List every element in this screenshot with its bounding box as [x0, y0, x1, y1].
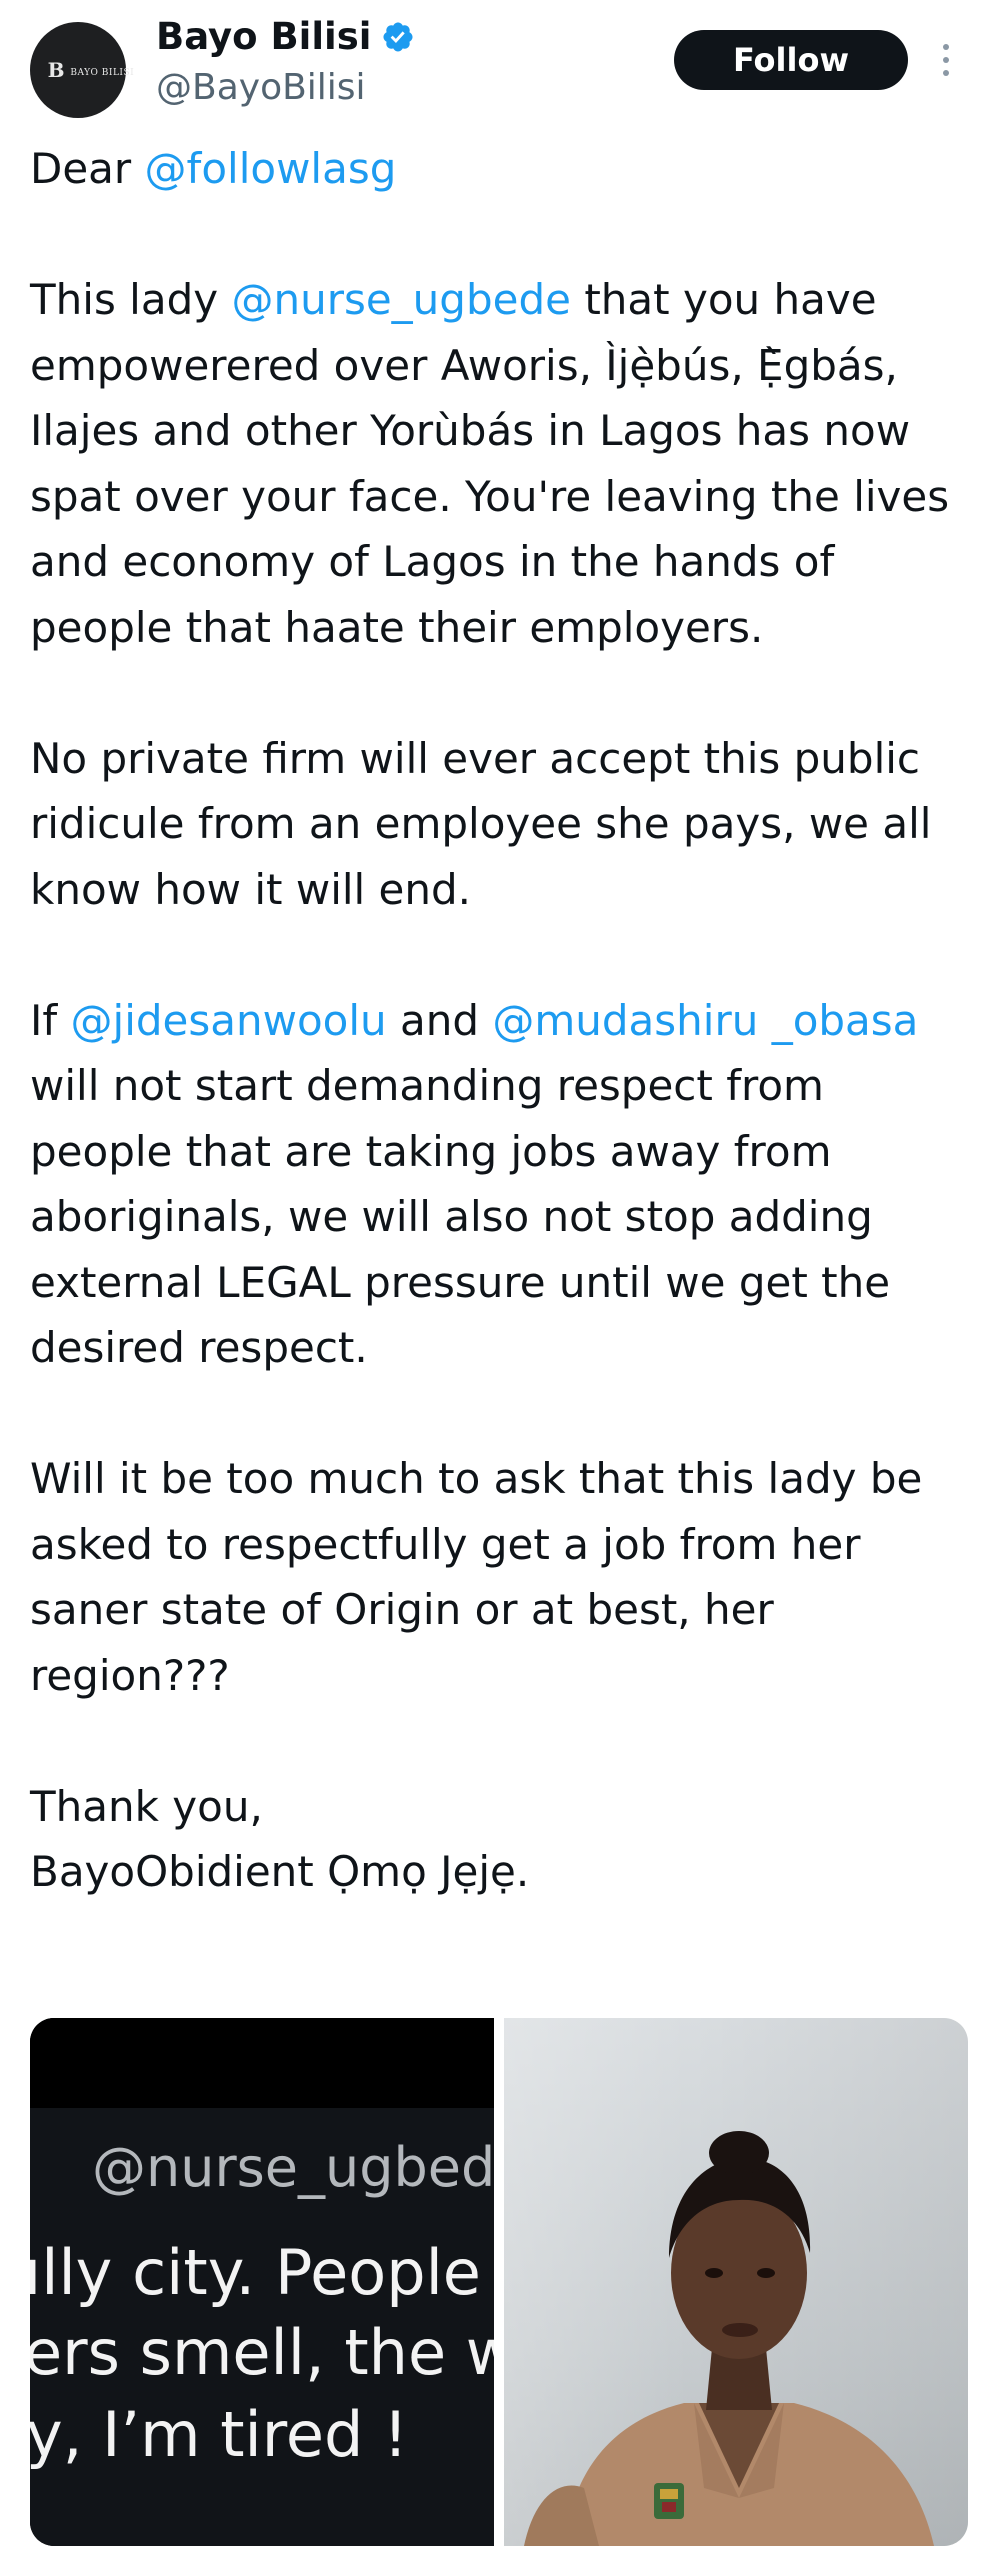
- mention-link[interactable]: @followlasg: [145, 144, 397, 193]
- mention-link[interactable]: @nurse_ugbede: [231, 275, 571, 324]
- screenshot-text-line: ılly city. People sı: [30, 2236, 494, 2309]
- author-display-name[interactable]: Bayo Bilisi: [156, 12, 371, 62]
- text-span: will not start demanding respect from pe…: [30, 1061, 891, 1372]
- author-handle[interactable]: @BayoBilisi: [156, 64, 366, 112]
- more-vertical-icon[interactable]: [930, 36, 962, 84]
- screenshot-text-line: y, I’m tired !: [30, 2398, 408, 2471]
- tweet-paragraph-6a: Thank you,: [30, 1781, 263, 1831]
- tweet-paragraph-6b: BayoObidient Ọmọ Jẹjẹ.: [30, 1847, 530, 1896]
- person-photo-icon: [524, 2131, 934, 2546]
- follow-button[interactable]: Follow: [674, 30, 908, 90]
- verified-badge-icon: [383, 22, 413, 52]
- avatar-logo: B BAYO BILISI: [47, 58, 135, 82]
- text-span: This lady: [30, 275, 232, 324]
- text-span: that you have empowerered over Aworis, Ì…: [30, 275, 950, 652]
- screenshot-topbar: [30, 2018, 494, 2108]
- tweet-paragraph-3: No private firm will ever accept this pu…: [30, 733, 932, 914]
- screenshot-text-line: ers smell, the wa: [30, 2316, 494, 2389]
- tweet-paragraph-1: Dear @followlasg: [30, 136, 970, 202]
- tweet-paragraph-4: If @jidesanwoolu and @mudashiru _obasa w…: [30, 988, 970, 1381]
- author-name-row: Bayo Bilisi: [156, 12, 415, 62]
- tweet-media[interactable]: @nurse_ugbede ılly city. People sı ers s…: [30, 2018, 968, 2546]
- tweet-text: Dear @followlasg This lady @nurse_ugbede…: [30, 136, 970, 1905]
- text-span: If: [30, 995, 71, 1045]
- text-span: and: [386, 995, 493, 1045]
- tweet-header: B BAYO BILISI Bayo Bilisi @BayoBilisi Fo…: [0, 0, 996, 130]
- mention-link[interactable]: @mudashiru _obasa: [492, 996, 918, 1045]
- media-image-screenshot[interactable]: @nurse_ugbede ılly city. People sı ers s…: [30, 2018, 494, 2546]
- text-span: Dear: [30, 144, 145, 193]
- media-image-photo[interactable]: [504, 2018, 968, 2546]
- tweet-paragraph-2: This lady @nurse_ugbede that you have em…: [30, 267, 970, 660]
- mention-link[interactable]: @jidesanwoolu: [71, 996, 387, 1045]
- avatar[interactable]: B BAYO BILISI: [30, 22, 135, 118]
- screenshot-handle: @nurse_ugbede: [92, 2136, 494, 2199]
- tweet-paragraph-5: Will it be too much to ask that this lad…: [30, 1454, 923, 1700]
